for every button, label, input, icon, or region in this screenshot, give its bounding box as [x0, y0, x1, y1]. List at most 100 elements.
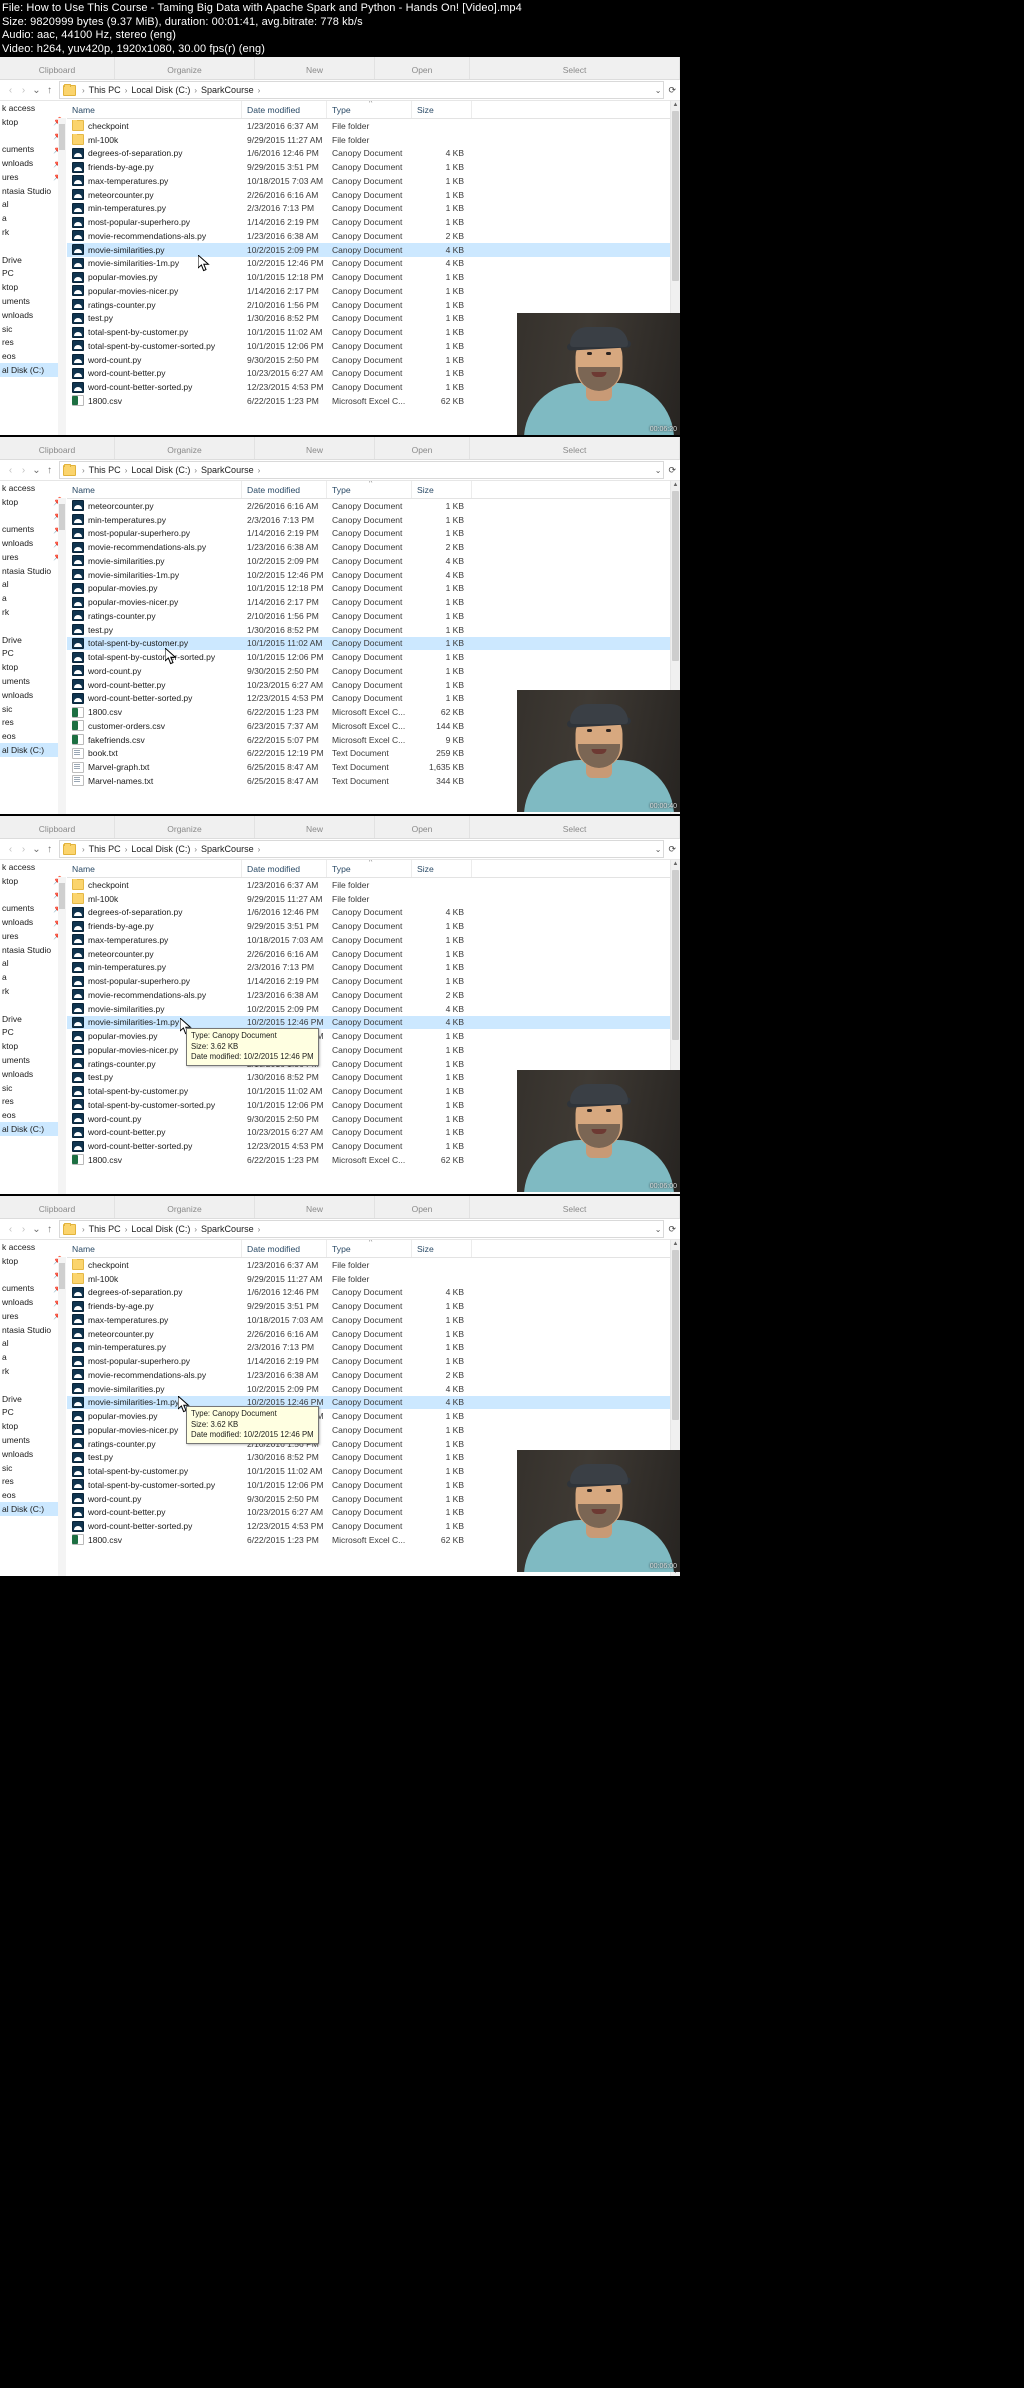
- table-row[interactable]: degrees-of-separation.py 1/6/2016 12:46 P…: [67, 147, 680, 161]
- column-header-type[interactable]: Type ^: [327, 1240, 412, 1257]
- file-name-cell[interactable]: total-spent-by-customer-sorted.py: [67, 1479, 242, 1491]
- table-row[interactable]: ml-100k 9/29/2015 11:27 AM File folder: [67, 892, 680, 906]
- sidebar-item-0[interactable]: k access: [0, 481, 66, 495]
- table-row[interactable]: popular-movies.py10/1/2015 12:18 PMCanop…: [67, 1409, 680, 1423]
- sidebar-item-11[interactable]: Drive: [0, 253, 66, 267]
- file-name-cell[interactable]: most-popular-superhero.py: [67, 527, 242, 539]
- sidebar-item-2[interactable]: 📌: [0, 129, 66, 143]
- scrollbar-thumb[interactable]: [672, 1250, 679, 1420]
- table-row[interactable]: degrees-of-separation.py 1/6/2016 12:46 P…: [67, 1286, 680, 1300]
- file-name-cell[interactable]: test.py: [67, 1071, 242, 1083]
- file-name-cell[interactable]: book.txt: [67, 747, 242, 759]
- file-name-cell[interactable]: word-count.py: [67, 1113, 242, 1125]
- navigation-pane[interactable]: k access ktop📌📌cuments📌wnloads📌ures📌ntasi…: [0, 860, 67, 1194]
- table-row[interactable]: meteorcounter.py 2/26/2016 6:16 AM Canopy …: [67, 947, 680, 961]
- table-row[interactable]: test.py 1/30/2016 8:52 PM Canopy Document 1…: [67, 623, 680, 637]
- sidebar-item-15[interactable]: wnloads: [0, 688, 66, 702]
- back-button[interactable]: ‹: [4, 85, 17, 96]
- sidebar-item-17[interactable]: res: [0, 716, 66, 730]
- sidebar-item-5[interactable]: ures📌: [0, 1309, 66, 1323]
- chevron-down-icon[interactable]: ⌄: [655, 845, 662, 854]
- sidebar-item-5[interactable]: ures📌: [0, 929, 66, 943]
- file-name-cell[interactable]: movie-similarities.py: [67, 1383, 242, 1395]
- table-row[interactable]: popular-movies-nicer.py1/14/2016 2:17 PM…: [67, 1423, 680, 1437]
- back-button[interactable]: ‹: [4, 1224, 17, 1235]
- table-row[interactable]: movie-similarities-1m.py 10/2/2015 12:46 …: [67, 1395, 680, 1410]
- scroll-up-icon[interactable]: ▲: [671, 481, 680, 490]
- forward-button[interactable]: ›: [17, 844, 30, 855]
- file-name-cell[interactable]: friends-by-age.py: [67, 920, 242, 932]
- breadcrumb-item-0[interactable]: This PC: [88, 465, 122, 475]
- table-row[interactable]: min-temperatures.py 2/3/2016 7:13 PM Canop…: [67, 202, 680, 216]
- sidebar-item-12[interactable]: PC: [0, 1406, 66, 1420]
- recent-locations-button[interactable]: ⌄: [30, 85, 43, 96]
- table-row[interactable]: meteorcounter.py 2/26/2016 6:16 AM Canopy …: [67, 499, 680, 513]
- sidebar-item-12[interactable]: PC: [0, 647, 66, 661]
- column-header-name[interactable]: Name: [67, 101, 242, 118]
- sidebar-item-15[interactable]: wnloads: [0, 1447, 66, 1461]
- table-row[interactable]: max-temperatures.py 10/18/2015 7:03 AM Can…: [67, 933, 680, 947]
- sidebar-scrollbar[interactable]: [58, 498, 66, 814]
- back-button[interactable]: ‹: [4, 844, 17, 855]
- sidebar-item-3[interactable]: cuments📌: [0, 901, 66, 915]
- sidebar-item-17[interactable]: res: [0, 1095, 66, 1109]
- file-name-cell[interactable]: Marvel-names.txt: [67, 775, 242, 787]
- file-name-cell[interactable]: friends-by-age.py: [67, 161, 242, 173]
- chevron-down-icon[interactable]: ⌄: [655, 86, 662, 95]
- sidebar-item-13[interactable]: ktop: [0, 1419, 66, 1433]
- sidebar-item-13[interactable]: ktop: [0, 1039, 66, 1053]
- table-row[interactable]: ratings-counter.py2/10/2016 1:56 PMCanop…: [67, 298, 680, 312]
- file-name-cell[interactable]: ratings-counter.py: [67, 299, 242, 311]
- forward-button[interactable]: ›: [17, 465, 30, 476]
- breadcrumb[interactable]: › This PC › Local Disk (C:) › SparkCourse › ⌄: [59, 81, 665, 99]
- sidebar-item-15[interactable]: wnloads: [0, 308, 66, 322]
- table-row[interactable]: movie-similarities.py 10/2/2015 2:09 PM Ca…: [67, 554, 680, 568]
- up-button[interactable]: ↑: [43, 465, 56, 476]
- breadcrumb-item-1[interactable]: Local Disk (C:): [130, 1224, 191, 1234]
- table-row[interactable]: movie-similarities-1m.py 10/2/2015 12:46 …: [67, 257, 680, 271]
- sidebar-item-4[interactable]: wnloads📌: [0, 156, 66, 170]
- sidebar-item-5[interactable]: ures📌: [0, 170, 66, 184]
- sidebar-item-19[interactable]: al Disk (C:): [0, 1122, 66, 1136]
- file-name-cell[interactable]: customer-orders.csv: [67, 720, 242, 732]
- file-name-cell[interactable]: total-spent-by-customer-sorted.py: [67, 651, 242, 663]
- file-name-cell[interactable]: movie-similarities.py: [67, 244, 242, 256]
- sidebar-item-18[interactable]: eos: [0, 1108, 66, 1122]
- sidebar-item-3[interactable]: cuments📌: [0, 142, 66, 156]
- table-row[interactable]: movie-similarities.py 10/2/2015 2:09 PM Ca…: [67, 1382, 680, 1396]
- chevron-down-icon[interactable]: ⌄: [655, 466, 662, 475]
- sidebar-item-14[interactable]: uments: [0, 674, 66, 688]
- file-name-cell[interactable]: most-popular-superhero.py: [67, 975, 242, 987]
- file-name-cell[interactable]: max-temperatures.py: [67, 175, 242, 187]
- forward-button[interactable]: ›: [17, 1224, 30, 1235]
- sidebar-item-14[interactable]: uments: [0, 294, 66, 308]
- table-row[interactable]: max-temperatures.py 10/18/2015 7:03 AM Can…: [67, 174, 680, 188]
- table-row[interactable]: total-spent-by-customer-sorted.py 10/1/20…: [67, 650, 680, 664]
- file-name-cell[interactable]: most-popular-superhero.py: [67, 1355, 242, 1367]
- sidebar-item-6[interactable]: ntasia Studio: [0, 1323, 66, 1337]
- column-header-name[interactable]: Name: [67, 860, 242, 877]
- file-name-cell[interactable]: total-spent-by-customer.py: [67, 637, 242, 649]
- file-name-cell[interactable]: min-temperatures.py: [67, 961, 242, 973]
- sidebar-item-8[interactable]: a: [0, 591, 66, 605]
- table-row[interactable]: meteorcounter.py 2/26/2016 6:16 AM Canopy …: [67, 1327, 680, 1341]
- sidebar-item-2[interactable]: 📌: [0, 888, 66, 902]
- sidebar-item-11[interactable]: Drive: [0, 1392, 66, 1406]
- file-name-cell[interactable]: popular-movies-nicer.py: [67, 285, 242, 297]
- sidebar-scrollbar[interactable]: [58, 118, 66, 435]
- sidebar-item-19[interactable]: al Disk (C:): [0, 743, 66, 757]
- file-name-cell[interactable]: max-temperatures.py: [67, 1314, 242, 1326]
- recent-locations-button[interactable]: ⌄: [30, 465, 43, 476]
- refresh-icon[interactable]: ⟳: [668, 85, 676, 96]
- sidebar-item-6[interactable]: ntasia Studio: [0, 564, 66, 578]
- file-name-cell[interactable]: degrees-of-separation.py: [67, 906, 242, 918]
- scroll-up-icon[interactable]: ▲: [671, 860, 680, 869]
- sidebar-item-1[interactable]: ktop📌: [0, 874, 66, 888]
- sidebar-item-8[interactable]: a: [0, 211, 66, 225]
- column-header-name[interactable]: Name: [67, 481, 242, 498]
- table-row[interactable]: ratings-counter.py2/10/2016 1:56 PMCanop…: [67, 1057, 680, 1071]
- table-row[interactable]: degrees-of-separation.py 1/6/2016 12:46 P…: [67, 906, 680, 920]
- file-name-cell[interactable]: ml-100k: [67, 134, 242, 146]
- file-name-cell[interactable]: word-count.py: [67, 354, 242, 366]
- table-row[interactable]: friends-by-age.py 9/29/2015 3:51 PM Canopy…: [67, 919, 680, 933]
